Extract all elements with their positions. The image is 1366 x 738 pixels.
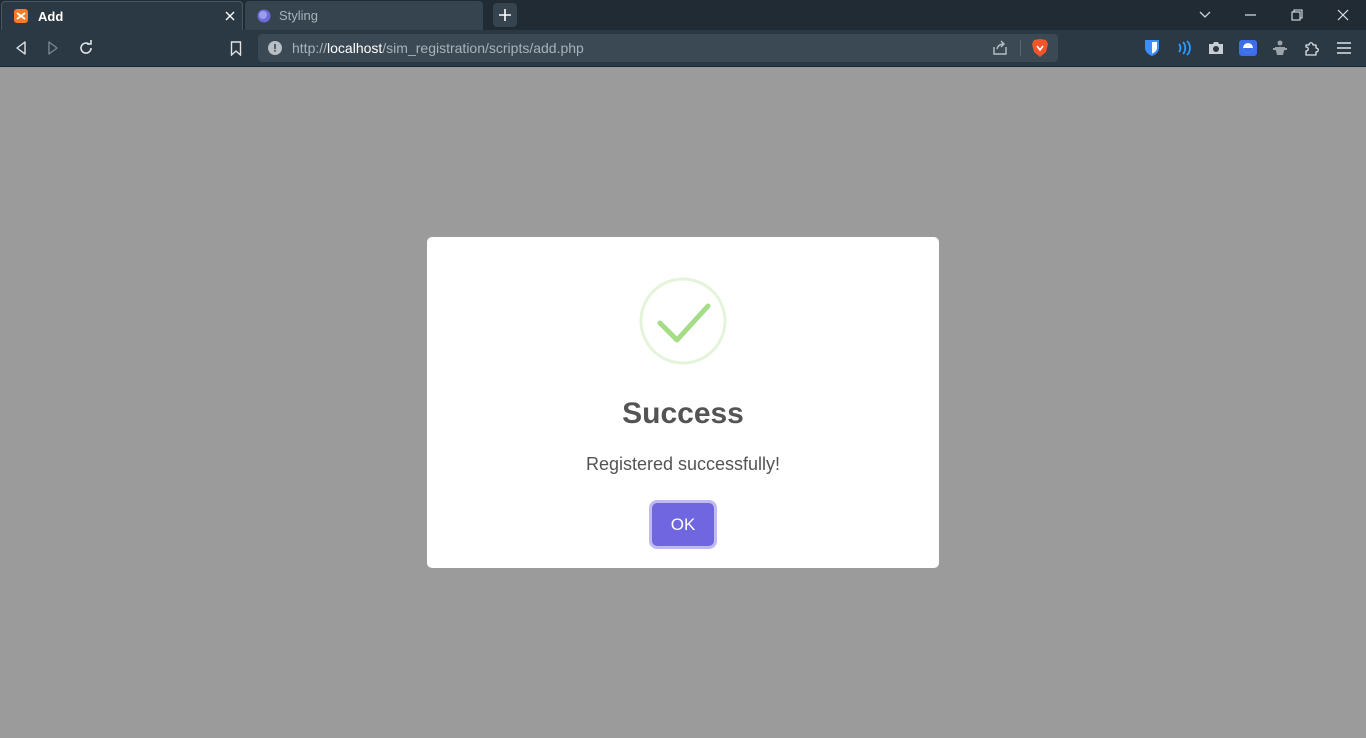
minimize-button[interactable] xyxy=(1228,0,1274,30)
extensions-icon xyxy=(1305,42,1319,56)
back-icon xyxy=(16,41,26,55)
camera-icon xyxy=(1209,42,1223,54)
bitwarden-icon xyxy=(1145,40,1159,56)
success-dialog: Success Registered successfully! OK xyxy=(427,237,939,568)
success-check-icon xyxy=(639,277,727,365)
close-icon xyxy=(1337,9,1349,21)
xampp-favicon-icon xyxy=(14,9,28,23)
tab-add[interactable]: Add xyxy=(1,1,243,30)
bookmark-icon xyxy=(230,40,242,56)
tab-search-button[interactable] xyxy=(1182,0,1228,30)
extensions-button[interactable] xyxy=(1298,34,1326,62)
address-bar[interactable]: http://localhost/sim_registration/script… xyxy=(258,34,1058,62)
restore-icon xyxy=(1291,9,1303,21)
puzzle-extension-icon xyxy=(1273,40,1287,55)
forward-icon xyxy=(48,41,58,55)
url-text[interactable]: http://localhost/sim_registration/script… xyxy=(292,40,584,56)
tab-title: Styling xyxy=(279,8,319,23)
reload-button[interactable] xyxy=(72,34,100,62)
brave-shields-icon[interactable] xyxy=(1031,38,1049,58)
new-tab-button[interactable] xyxy=(493,3,517,27)
tab-styling[interactable]: Styling xyxy=(245,1,483,30)
tab-strip: Add Styling xyxy=(0,0,1366,30)
forward-button[interactable] xyxy=(39,34,67,62)
reload-icon xyxy=(80,40,92,54)
close-window-button[interactable] xyxy=(1320,0,1366,30)
back-button[interactable] xyxy=(7,34,35,62)
wireless-extension-icon xyxy=(1178,40,1191,56)
divider xyxy=(1020,40,1021,56)
site-info-icon[interactable] xyxy=(268,41,282,55)
restore-button[interactable] xyxy=(1274,0,1320,30)
camera-extension[interactable] xyxy=(1202,34,1230,62)
chevron-down-icon xyxy=(1199,11,1211,18)
puzzle-extension[interactable] xyxy=(1266,34,1294,62)
bookmark-button[interactable] xyxy=(222,34,250,62)
minimize-icon xyxy=(1245,14,1256,16)
ok-button[interactable]: OK xyxy=(649,500,717,549)
share-icon[interactable] xyxy=(991,39,1009,57)
plus-icon xyxy=(499,9,511,21)
browser-toolbar: http://localhost/sim_registration/script… xyxy=(0,30,1366,67)
menu-button[interactable] xyxy=(1330,34,1358,62)
dialog-message: Registered successfully! xyxy=(585,454,781,474)
globe-favicon-icon xyxy=(257,9,271,23)
tab-title: Add xyxy=(38,8,64,24)
shield-extension[interactable] xyxy=(1234,34,1262,62)
dialog-title: Success xyxy=(622,397,744,430)
menu-icon xyxy=(1337,42,1351,54)
url-path: /sim_registration/scripts/add.php xyxy=(382,40,584,56)
bitwarden-extension[interactable] xyxy=(1138,34,1166,62)
url-host: localhost xyxy=(327,40,383,56)
wireless-extension[interactable] xyxy=(1170,34,1198,62)
close-tab-icon[interactable] xyxy=(222,8,238,24)
url-scheme: http:// xyxy=(292,40,328,56)
shield-extension-icon xyxy=(1239,40,1257,56)
